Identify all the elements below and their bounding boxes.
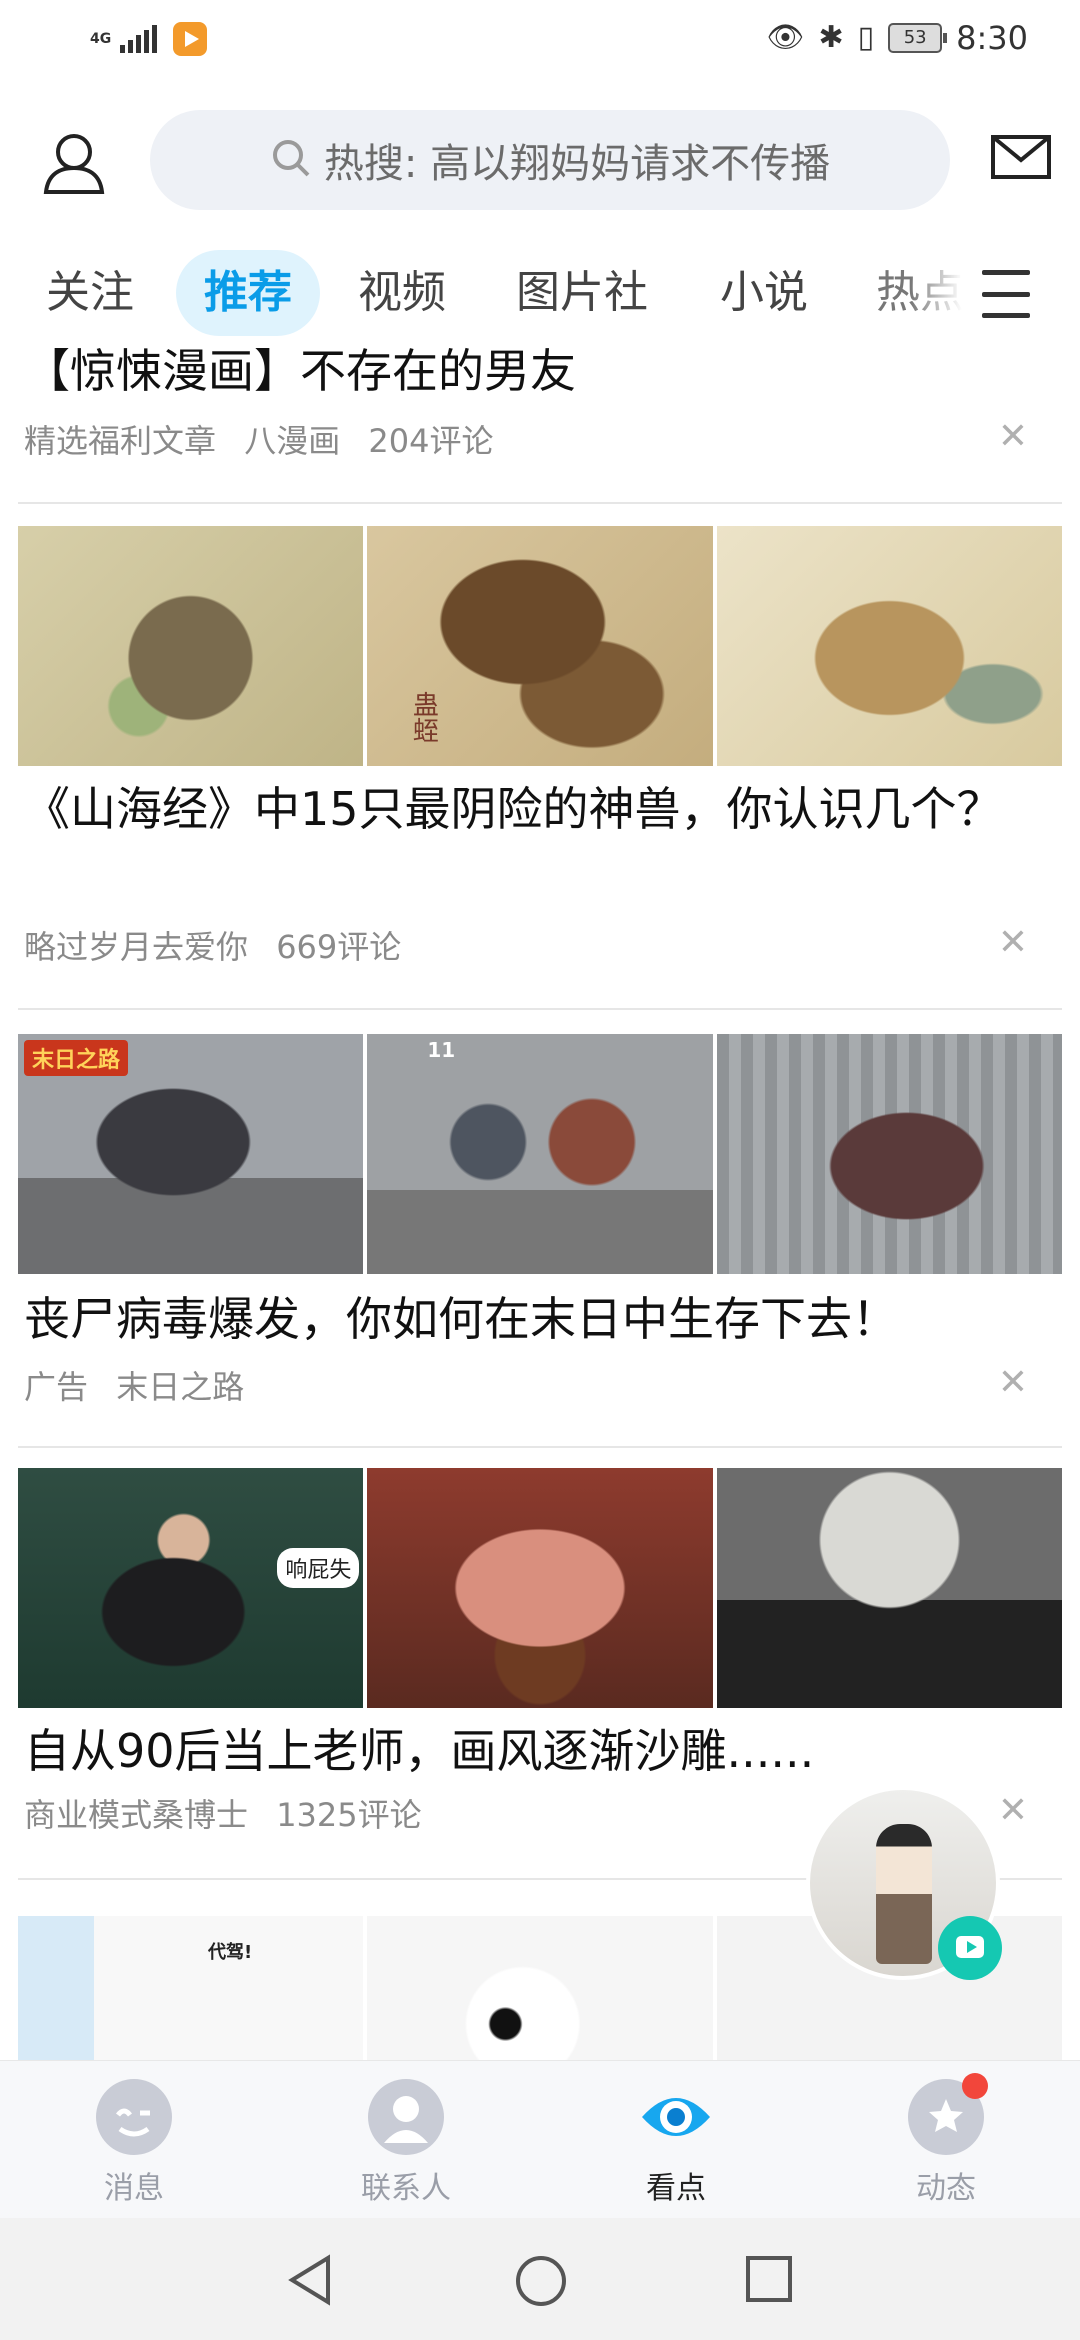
signal-icon (120, 25, 157, 53)
search-icon (270, 137, 312, 183)
divider (18, 1008, 1062, 1010)
thumbnail-panda-cartoon (367, 1916, 713, 2060)
contacts-icon (368, 2079, 444, 2155)
feed-title: 《山海经》中15只最阴险的神兽，你认识几个？ (24, 782, 1003, 836)
nav-label: 看点 (646, 2171, 706, 2206)
nav-contacts[interactable]: 联系人 (316, 2079, 496, 2207)
nav-label: 联系人 (361, 2171, 451, 2206)
bluetooth-icon: ✱ (818, 20, 844, 55)
nav-messages[interactable]: 消息 (44, 2079, 224, 2207)
eye-icon: 👁 (766, 20, 805, 55)
divider (18, 1446, 1062, 1448)
feed-advertiser: 末日之路 (116, 1368, 245, 1406)
feed-meta: 商业模式桑博士 1325评论 (24, 1790, 440, 1836)
planet-icon (908, 2073, 988, 2155)
ad-badge: 广告 (24, 1368, 89, 1406)
divider (18, 502, 1062, 504)
network-type: 4G (90, 31, 112, 47)
video-app-notification-icon (173, 22, 207, 56)
recents-icon[interactable] (744, 2254, 794, 2308)
feed-title: 丧尸病毒爆发，你如何在末日中生存下去！ (24, 1292, 898, 1346)
tab-follow[interactable]: 关注 (46, 250, 134, 336)
feed-meta: 略过岁月去爱你 669评论 (24, 922, 419, 968)
dismiss-icon[interactable]: ✕ (998, 1362, 1028, 1403)
feed-comments: 1325评论 (276, 1796, 422, 1834)
notification-badge (962, 2073, 988, 2099)
thumbnail-game-zombies (716, 1034, 1062, 1274)
bottom-navigation: 消息 联系人 看点 动态 (0, 2060, 1080, 2219)
feed-title: 【惊悚漫画】不存在的男友 (24, 344, 576, 398)
feed-author: 商业模式桑博士 (24, 1796, 249, 1834)
thumbnail-lecture-hall (716, 1468, 1062, 1708)
system-navigation-bar (0, 2218, 1080, 2340)
feed-author: 略过岁月去爱你 (24, 928, 249, 966)
game-logo: 末日之路 (24, 1040, 129, 1076)
profile-icon[interactable] (40, 128, 108, 196)
nav-moments[interactable]: 动态 (856, 2073, 1036, 2207)
feed-source: 精选福利文章 (24, 422, 217, 460)
top-header: 热搜: 高以翔妈妈请求不传播 (0, 100, 1080, 220)
thumbnail-old-man (367, 1468, 713, 1708)
status-right: 👁 ✱ ▯ 53 8:30 (766, 18, 1028, 58)
thumbnail-rabbits-cartoon: 代驾! (18, 1916, 364, 2060)
menu-icon[interactable] (982, 270, 1030, 318)
video-person (876, 1824, 932, 1964)
tab-novel[interactable]: 小说 (720, 250, 808, 336)
ammo-count: 11 (427, 1038, 456, 1062)
search-placeholder: 热搜: 高以翔妈妈请求不传播 (323, 141, 831, 187)
thumbnail-multihead-dog: 蛊蛭 (367, 526, 713, 766)
mail-icon[interactable] (990, 134, 1052, 180)
dismiss-icon[interactable]: ✕ (998, 416, 1028, 457)
feed-author: 八漫画 (244, 422, 341, 460)
tab-gallery[interactable]: 图片社 (516, 250, 648, 336)
thumbnail-mythic-beast (716, 526, 1062, 766)
feed-comments: 204评论 (368, 422, 494, 460)
dismiss-icon[interactable]: ✕ (998, 1790, 1028, 1831)
dismiss-icon[interactable]: ✕ (998, 922, 1028, 963)
nav-label: 消息 (104, 2171, 164, 2206)
thumbnail-game-helicopter: 末日之路 (18, 1034, 364, 1274)
thumbnail-game-combat: 11 (367, 1034, 713, 1274)
nav-kandian[interactable]: 看点 (586, 2079, 766, 2207)
clock: 8:30 (956, 19, 1028, 57)
image-caption: 蛊蛭 (408, 691, 439, 743)
search-bar[interactable]: 热搜: 高以翔妈妈请求不传播 (150, 110, 950, 210)
image-row: 响屁失 (18, 1468, 1062, 1708)
feed-meta: 广告 末日之路 (24, 1362, 262, 1408)
feed-meta: 精选福利文章 八漫画 204评论 (24, 416, 511, 462)
image-caption: 代驾! (208, 1942, 253, 1963)
image-caption: 响屁失 (277, 1548, 360, 1588)
video-play-icon[interactable] (938, 1916, 1002, 1980)
battery-indicator: 53 (888, 23, 948, 53)
feed-title: 自从90后当上老师，画风逐渐沙雕...... (24, 1724, 815, 1778)
thumbnail-goat-beast (18, 526, 364, 766)
status-bar: 4G 👁 ✱ ▯ 53 8:30 (0, 0, 1080, 86)
home-icon[interactable] (514, 2254, 568, 2312)
message-icon (96, 2079, 172, 2155)
tab-video[interactable]: 视频 (358, 250, 446, 336)
channel-tabs: 关注 推荐 视频 图片社 小说 热点 (0, 250, 1080, 346)
image-row: 蛊蛭 (18, 526, 1062, 766)
feed-comments: 669评论 (276, 928, 402, 966)
status-left: 4G (90, 22, 207, 56)
back-icon[interactable] (286, 2254, 334, 2310)
image-row: 末日之路 11 (18, 1034, 1062, 1274)
kandian-eye-icon (638, 2079, 714, 2155)
tab-hot[interactable]: 热点 (876, 250, 962, 336)
thumbnail-teacher: 响屁失 (18, 1468, 364, 1708)
nav-label: 动态 (916, 2171, 976, 2206)
vibrate-icon: ▯ (857, 20, 875, 55)
tab-recommend[interactable]: 推荐 (176, 250, 320, 336)
